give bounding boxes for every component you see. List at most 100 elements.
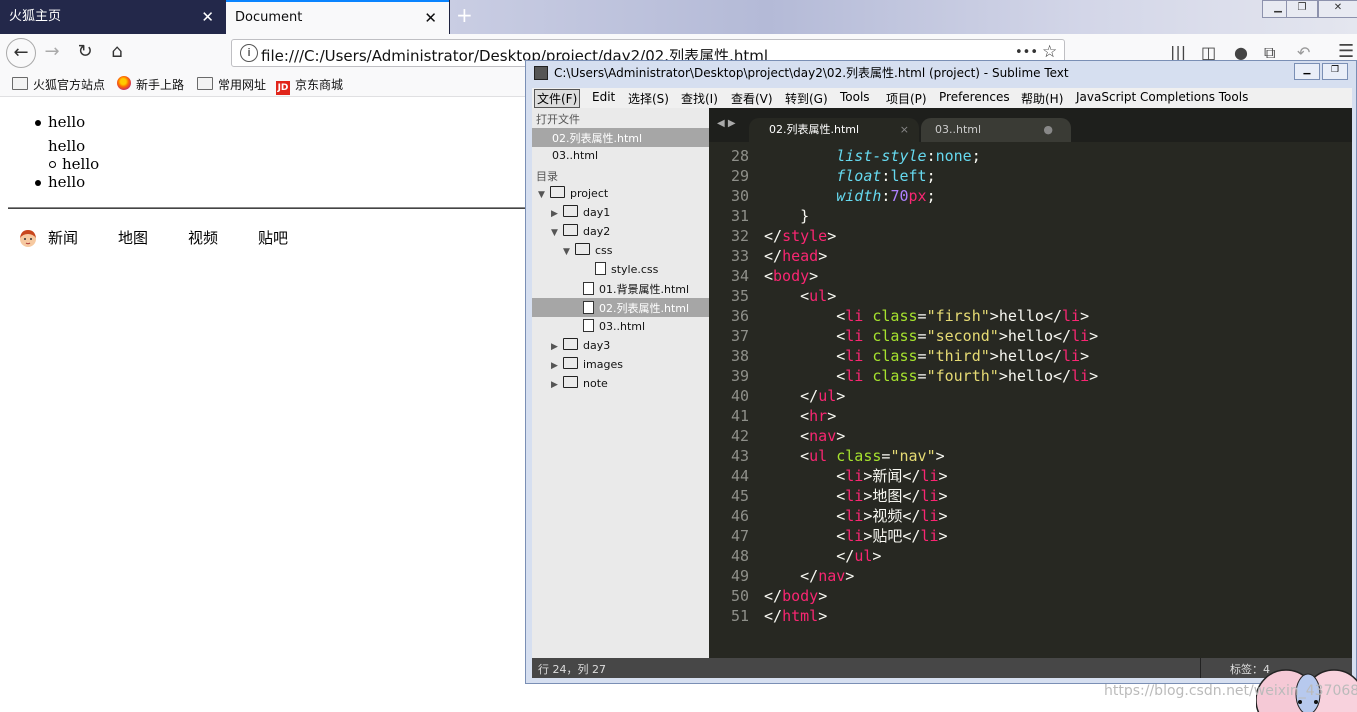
tree-file-style-css[interactable]: style.css (595, 262, 658, 276)
window-title: C:\Users\Administrator\Desktop\project\d… (554, 66, 1069, 80)
file-icon (583, 319, 594, 332)
circle-bullet (49, 161, 56, 168)
tree-folder-day3[interactable]: ▶ day3 (551, 338, 610, 352)
expanded-arrow-icon: ▼ (551, 228, 558, 238)
tree-file-03[interactable]: 03..html (583, 319, 645, 333)
line-number: 41 (730, 407, 749, 425)
bookmark-label: 京东商城 (295, 78, 344, 92)
menu-goto[interactable]: 转到(G) (785, 90, 828, 107)
status-bar: 行 24，列 27 标签：4 (532, 658, 1352, 678)
nav-link-map[interactable]: 地图 (118, 227, 148, 248)
menu-js-completions[interactable]: JavaScript Completions Tools (1076, 90, 1248, 104)
menu-selection[interactable]: 选择(S) (628, 90, 669, 107)
nav-link-tieba[interactable]: 贴吧 (258, 227, 288, 248)
reload-icon[interactable]: ↻ (71, 38, 99, 66)
line-number: 50 (730, 587, 749, 605)
tree-folder-images[interactable]: ▶ images (551, 357, 623, 371)
list-item-text: hello (48, 113, 86, 131)
bookmark-firefox-official[interactable]: 火狐官方站点 (12, 76, 105, 93)
nav-link-video[interactable]: 视频 (188, 227, 218, 248)
new-tab-button[interactable]: + (456, 0, 473, 34)
line-number: 40 (730, 387, 749, 405)
css-value: none (935, 147, 972, 165)
file-icon (583, 301, 594, 314)
nav-link-news[interactable]: 新闻 (48, 227, 78, 248)
css-unit: px (908, 187, 927, 205)
li-text: 视频 (872, 507, 903, 525)
info-icon[interactable]: i (240, 44, 258, 62)
menu-preferences[interactable]: Preferences (939, 90, 1010, 104)
class-value: third (935, 347, 981, 365)
menu-tools[interactable]: Tools (840, 90, 870, 104)
list-item-text: hello (62, 155, 100, 173)
tree-folder-css[interactable]: ▼ css (563, 243, 613, 257)
line-number: 34 (730, 267, 749, 285)
page-actions-icon[interactable]: ••• (1015, 45, 1038, 60)
tree-label: note (583, 377, 608, 390)
list-item-text: hello (48, 137, 86, 155)
collapsed-arrow-icon: ▶ (551, 361, 558, 371)
menu-edit[interactable]: Edit (592, 90, 615, 104)
tree-label: day2 (583, 225, 611, 238)
forward-icon[interactable]: → (38, 38, 66, 66)
bookmark-common-sites[interactable]: 常用网址 (197, 76, 266, 93)
close-window-button[interactable]: ✕ (1318, 0, 1357, 18)
tree-folder-note[interactable]: ▶ note (551, 376, 608, 390)
css-number: 70 (890, 187, 909, 205)
menu-project[interactable]: 项目(P) (886, 90, 927, 107)
li-text: hello (1007, 327, 1053, 345)
collapsed-arrow-icon: ▶ (551, 209, 558, 219)
sublime-window: C:\Users\Administrator\Desktop\project\d… (525, 60, 1357, 684)
tab-label: 火狐主页 (9, 9, 62, 24)
bookmark-jd[interactable]: JD 京东商城 (276, 76, 343, 95)
folder-icon (197, 77, 213, 90)
line-number: 44 (730, 467, 749, 485)
editor-tab[interactable]: 03..html ● (921, 118, 1071, 142)
line-number: 38 (730, 347, 749, 365)
menu-icon[interactable]: ☰ (1338, 41, 1354, 62)
tab-scroll-arrows-icon[interactable]: ◀ ▶ (717, 118, 736, 129)
css-property: float (836, 167, 882, 185)
class-value: fourth (935, 367, 990, 385)
file-icon (595, 262, 606, 275)
editor-tab-active[interactable]: 02.列表属性.html × (749, 118, 919, 142)
home-icon[interactable]: ⌂ (103, 38, 131, 66)
tree-folder-project[interactable]: ▼ project (538, 186, 608, 200)
line-number: 33 (730, 247, 749, 265)
folder-icon (563, 205, 578, 217)
tab-document[interactable]: Document ✕ (226, 0, 449, 34)
list-item: hello (35, 173, 85, 191)
list-item: hello (48, 137, 85, 155)
maximize-button[interactable]: ❐ (1286, 0, 1318, 18)
close-icon[interactable]: ✕ (424, 2, 437, 34)
tree-file-02[interactable]: 02.列表属性.html (583, 300, 689, 316)
tree-folder-day1[interactable]: ▶ day1 (551, 205, 610, 219)
tree-folder-day2[interactable]: ▼ day2 (551, 224, 610, 238)
bookmark-star-icon[interactable]: ☆ (1042, 42, 1057, 62)
class-value: firsh (935, 307, 981, 325)
code-text[interactable]: list-style:none; float:left; width:70px;… (764, 146, 1098, 626)
open-file-item[interactable]: 02.列表属性.html (552, 130, 642, 146)
horizontal-rule (8, 207, 528, 209)
line-number: 43 (730, 447, 749, 465)
open-files-header: 打开文件 (536, 113, 580, 126)
menu-find[interactable]: 查找(I) (681, 90, 718, 107)
maximize-button[interactable]: ❐ (1322, 63, 1348, 80)
tree-label: 02.列表属性.html (599, 302, 690, 315)
tree-file-01[interactable]: 01.背景属性.html (583, 281, 689, 297)
minimize-button[interactable]: ▁ (1294, 63, 1320, 80)
dirty-dot-icon: ● (1043, 123, 1053, 136)
bookmark-getting-started[interactable]: 新手上路 (117, 76, 184, 93)
folder-open-icon (563, 224, 578, 236)
menu-view[interactable]: 查看(V) (731, 90, 773, 107)
bookmark-label: 常用网址 (218, 78, 267, 92)
tab-firefox-home[interactable]: 火狐主页 ✕ (0, 0, 226, 34)
close-icon[interactable]: ✕ (201, 0, 214, 34)
back-icon[interactable]: ← (6, 38, 36, 68)
menu-file[interactable]: 文件(F) (534, 89, 581, 108)
editor-tab-bar: ◀ ▶ 02.列表属性.html × 03..html ● (709, 108, 1352, 142)
close-icon[interactable]: × (900, 118, 909, 142)
menu-help[interactable]: 帮助(H) (1021, 90, 1063, 107)
line-number: 30 (730, 187, 749, 205)
open-file-item[interactable]: 03..html (552, 149, 598, 162)
